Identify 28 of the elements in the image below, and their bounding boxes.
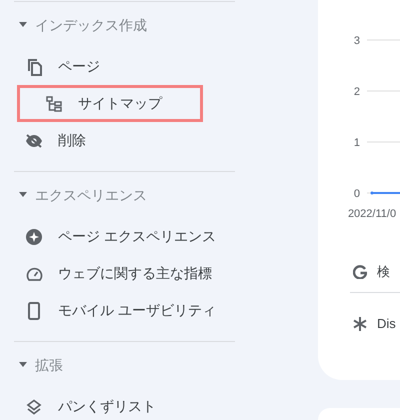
copy-icon [26,58,42,76]
data-point [370,192,374,194]
nav-item[interactable]: ウェブに関する主な指標 [0,255,250,292]
google-icon [353,265,367,279]
axis-label: 2 [354,86,360,98]
axis-label: 3 [354,35,360,47]
layers-icon [26,398,42,414]
link-label[interactable]: Dis [377,314,396,334]
chart-line [372,192,400,194]
link-label[interactable]: 検 [377,262,390,282]
nav-item[interactable]: パンくずリスト [0,388,250,420]
caret-icon[interactable] [19,192,27,198]
axis-label: 2022/11/0 [348,208,396,220]
gauge-icon [26,266,42,280]
sitemap-icon [46,96,62,112]
nav-item[interactable]: 削除 [0,122,250,159]
axis-label: 1 [354,137,360,149]
nav-item[interactable]: ページ エクスペリエンス [0,218,250,255]
nav-item[interactable]: モバイル ユーザビリティ [0,292,250,329]
axis-label: 0 [354,188,360,200]
caret-icon[interactable] [19,362,27,368]
nav-item[interactable]: ページ [0,48,250,85]
phone-icon [28,302,40,320]
nav-item[interactable]: サイトマップ [17,85,203,122]
hidden-eye-icon [25,134,43,148]
caret-icon[interactable] [19,22,27,28]
star-circle-icon [26,228,42,244]
asterisk-icon [353,317,367,331]
